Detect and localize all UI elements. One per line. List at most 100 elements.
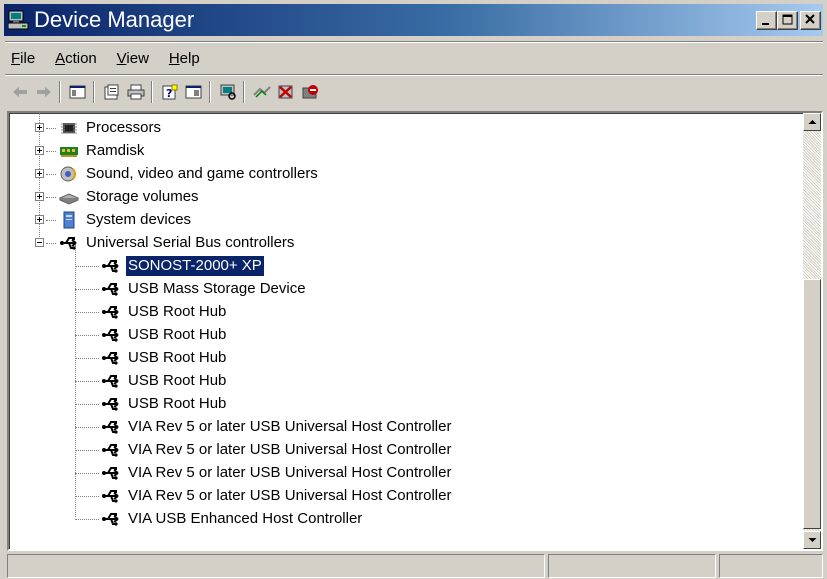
scrollbar-thumb[interactable] — [803, 279, 821, 529]
tree-category-ramdisk[interactable]: Ramdisk — [33, 140, 146, 162]
uninstall-button[interactable] — [275, 81, 297, 103]
disable-button[interactable] — [299, 81, 321, 103]
storage-volume-icon — [59, 193, 79, 205]
device-tree-panel[interactable]: Processors Ramdisk Sound, video and game… — [7, 111, 823, 551]
usb-device-item[interactable]: USB Root Hub — [75, 370, 228, 392]
usb-device-item[interactable]: USB Root Hub — [75, 324, 228, 346]
device-tree[interactable]: Processors Ramdisk Sound, video and game… — [9, 113, 803, 549]
status-cell-main — [7, 554, 545, 578]
divider — [5, 41, 823, 43]
usb-device-icon — [102, 260, 119, 273]
forward-button[interactable] — [33, 81, 55, 103]
tree-category-label: Ramdisk — [86, 142, 145, 159]
menu-file[interactable]: File — [11, 47, 35, 71]
tree-line — [75, 358, 99, 359]
usb-device-label: VIA Rev 5 or later USB Universal Host Co… — [128, 418, 452, 435]
usb-device-label: USB Root Hub — [128, 372, 227, 389]
usb-device-item[interactable]: USB Root Hub — [75, 393, 228, 415]
usb-device-item[interactable]: VIA Rev 5 or later USB Universal Host Co… — [75, 439, 453, 461]
usb-device-label: USB Root Hub — [128, 326, 227, 343]
scroll-up-button[interactable] — [803, 113, 821, 131]
print-button[interactable] — [125, 81, 147, 103]
tree-category-storage-volumes[interactable]: Storage volumes — [33, 186, 201, 208]
device-manager-icon[interactable] — [7, 10, 30, 30]
toolbar-separator — [93, 81, 95, 103]
tree-line — [75, 289, 99, 290]
expand-icon[interactable] — [35, 215, 44, 224]
ramdisk-icon — [60, 147, 78, 157]
maximize-button[interactable] — [777, 11, 798, 30]
down-arrow-icon — [808, 538, 817, 542]
usb-device-icon — [102, 306, 119, 319]
expand-icon[interactable] — [35, 192, 44, 201]
expand-icon[interactable] — [35, 169, 44, 178]
tree-category-label: Sound, video and game controllers — [86, 165, 318, 182]
expand-icon[interactable] — [35, 123, 44, 132]
usb-device-icon — [102, 352, 119, 365]
usb-device-item[interactable]: USB Root Hub — [75, 347, 228, 369]
usb-device-icon — [102, 513, 119, 526]
tree-line — [75, 312, 99, 313]
scroll-down-button[interactable] — [803, 531, 821, 549]
usb-device-icon — [102, 421, 119, 434]
help-button[interactable]: ? — [159, 81, 181, 103]
menu-bar: File Action View Help — [5, 47, 210, 71]
usb-device-icon — [102, 375, 119, 388]
tree-line — [75, 427, 99, 428]
collapse-icon[interactable] — [35, 238, 44, 247]
scan-hardware-button[interactable] — [217, 81, 239, 103]
tree-line — [75, 404, 99, 405]
tree-category-label: System devices — [86, 211, 192, 228]
status-bar — [7, 553, 823, 578]
forward-arrow-icon — [37, 87, 51, 97]
window-title: Device Manager — [34, 7, 195, 32]
back-arrow-icon — [13, 87, 27, 97]
tree-category-label: Processors — [86, 119, 162, 136]
usb-device-item[interactable]: VIA Rev 5 or later USB Universal Host Co… — [75, 462, 453, 484]
show-hide-action-pane-button[interactable] — [183, 81, 205, 103]
title-bar[interactable]: Device Manager — [4, 4, 823, 36]
usb-device-item[interactable]: USB Root Hub — [75, 301, 228, 323]
menu-file-accel: F — [11, 50, 21, 67]
properties-icon — [104, 84, 119, 100]
usb-device-item[interactable]: USB Mass Storage Device — [75, 278, 308, 300]
usb-device-label: VIA USB Enhanced Host Controller — [128, 510, 363, 527]
tree-line — [75, 496, 99, 497]
usb-device-label: USB Root Hub — [128, 303, 227, 320]
menu-help[interactable]: Help — [169, 47, 200, 71]
update-driver-icon — [253, 86, 271, 98]
status-cell — [719, 554, 823, 578]
expand-icon[interactable] — [35, 146, 44, 155]
usb-device-item[interactable]: SONOST-2000+ XP — [75, 255, 265, 277]
usb-device-label: USB Root Hub — [128, 349, 227, 366]
tree-category-system-devices[interactable]: System devices — [33, 209, 193, 231]
tree-category-usb-controllers[interactable]: Universal Serial Bus controllers — [33, 232, 296, 254]
maximize-icon — [782, 14, 793, 25]
properties-button[interactable] — [101, 81, 123, 103]
usb-device-label: VIA Rev 5 or later USB Universal Host Co… — [128, 441, 452, 458]
usb-device-item[interactable]: VIA USB Enhanced Host Controller — [75, 508, 364, 530]
back-button[interactable] — [9, 81, 31, 103]
tree-line — [46, 220, 56, 221]
tree-category-processors[interactable]: Processors — [33, 117, 163, 139]
divider — [5, 74, 823, 76]
tree-line — [75, 266, 99, 267]
menu-action[interactable]: Action — [55, 47, 97, 71]
tree-line — [46, 128, 56, 129]
scan-hardware-icon — [220, 84, 236, 100]
menu-view-label: iew — [126, 50, 149, 67]
show-hide-tree-button[interactable] — [67, 81, 89, 103]
usb-device-item[interactable]: VIA Rev 5 or later USB Universal Host Co… — [75, 416, 453, 438]
menu-view[interactable]: View — [117, 47, 149, 71]
print-icon — [127, 84, 145, 100]
update-driver-button[interactable] — [251, 81, 273, 103]
show-hide-tree-icon — [69, 85, 86, 99]
tree-line — [75, 450, 99, 451]
tree-category-sound[interactable]: Sound, video and game controllers — [33, 163, 320, 185]
usb-device-item[interactable]: VIA Rev 5 or later USB Universal Host Co… — [75, 485, 453, 507]
minimize-button[interactable] — [756, 11, 777, 30]
toolbar-separator — [243, 81, 245, 103]
close-button[interactable] — [800, 11, 821, 30]
vertical-scrollbar[interactable] — [803, 113, 821, 549]
minimize-icon — [762, 23, 769, 25]
